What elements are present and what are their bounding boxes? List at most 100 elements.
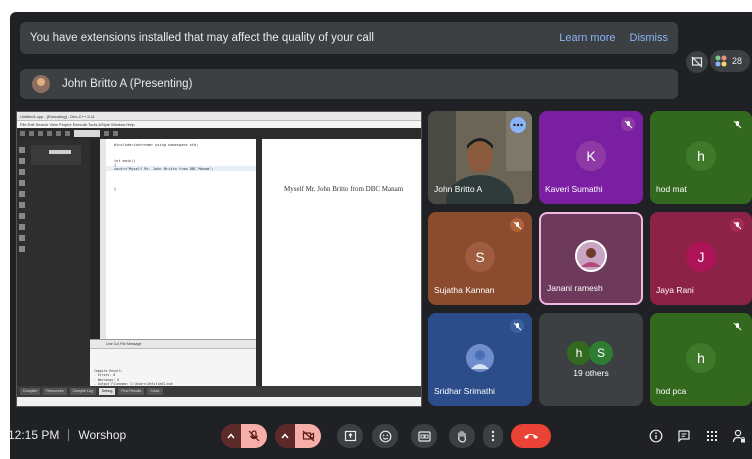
ide-gutter <box>90 139 100 339</box>
participant-tile-kaveri-sumathi[interactable]: K Kaveri Sumathi <box>539 111 643 204</box>
participant-tile-sujatha-kannan[interactable]: S Sujatha Kannan <box>428 212 532 305</box>
code-line: } <box>114 187 117 191</box>
others-avatar: S <box>589 341 613 365</box>
captions-button[interactable] <box>411 424 437 448</box>
participant-avatar: h <box>686 141 716 171</box>
participant-avatar: J <box>686 242 716 272</box>
chat-button[interactable] <box>676 428 692 444</box>
code-editor: #include<iostream> using namespace std; … <box>100 139 256 339</box>
raise-hand-button[interactable] <box>449 424 475 448</box>
more-vertical-icon <box>491 430 495 442</box>
participant-name: Kaveri Sumathi <box>545 184 603 194</box>
reactions-button[interactable] <box>372 424 398 448</box>
code-line: #include<iostream> using namespace std; <box>114 143 199 147</box>
participant-tile-others[interactable]: h S 19 others <box>539 313 643 406</box>
meeting-time: 12:15 PM <box>8 428 60 442</box>
people-icon <box>715 55 727 67</box>
mic-off-icon <box>730 117 744 131</box>
participant-name: Janani ramesh <box>547 283 603 293</box>
presenter-bar: John Britto A (Presenting) <box>20 69 678 99</box>
chevron-up-icon <box>227 433 235 439</box>
participant-tile-janani-ramesh[interactable]: Janani ramesh <box>539 212 643 305</box>
lock-person-icon <box>732 429 745 442</box>
microphone-toggle-button[interactable] <box>241 424 267 448</box>
camera-options-button[interactable] <box>275 424 295 448</box>
hang-up-icon <box>524 434 538 439</box>
dismiss-button[interactable]: Dismiss <box>630 32 669 44</box>
participant-photo-avatar <box>575 240 607 272</box>
presentation-off-button[interactable] <box>686 51 708 73</box>
participant-name: hod mat <box>656 184 687 194</box>
ide-toolbar <box>17 128 421 139</box>
participant-name: Jaya Rani <box>656 285 694 295</box>
participant-avatar: S <box>465 242 495 272</box>
others-count-label: 19 others <box>573 368 609 378</box>
project-tree <box>31 145 81 165</box>
compiler-dropdown <box>74 130 100 137</box>
meeting-details-button[interactable] <box>648 428 664 444</box>
participant-name: Sujatha Kannan <box>434 285 495 295</box>
meeting-info: 12:15 PM Worshop <box>8 428 126 442</box>
camera-toggle-button[interactable] <box>295 424 321 448</box>
mic-off-icon <box>248 430 260 442</box>
meeting-name: Worshop <box>78 428 127 442</box>
ide-window-title: Untitled1.cpp - [Executing] - Dev-C++ 5.… <box>17 112 421 121</box>
status-tab: Debug <box>98 388 116 395</box>
status-tab: Find Results <box>118 388 145 395</box>
more-options-icon <box>513 123 523 127</box>
participant-photo-avatar <box>466 344 494 372</box>
status-tab: Compile Log <box>69 388 96 395</box>
participant-tile-hod-mat[interactable]: h hod mat <box>650 111 752 204</box>
participant-name: John Britto A <box>434 184 483 194</box>
emoji-icon <box>379 430 391 442</box>
others-avatar: h <box>567 341 591 365</box>
participant-avatar: h <box>686 343 716 373</box>
status-tab: Close <box>147 388 163 395</box>
participant-name: hod pca <box>656 386 687 396</box>
participant-tile-sridhar-srimathi[interactable]: Sridhar Srimathi <box>428 313 532 406</box>
output-panel-headers: Line Col File Message <box>90 340 256 349</box>
status-tab: Resources <box>43 388 67 395</box>
leave-call-button[interactable] <box>511 424 551 448</box>
people-count: 28 <box>732 56 743 66</box>
shared-screen: Untitled1.cpp - [Executing] - Dev-C++ 5.… <box>16 111 422 407</box>
mic-off-icon <box>621 117 635 131</box>
participant-avatar: K <box>576 141 606 171</box>
program-output-window: Myself Mr. John Britto from DBC Manam <box>256 139 421 397</box>
presenter-avatar <box>32 75 50 93</box>
presenter-label: John Britto A (Presenting) <box>62 78 193 90</box>
ide-body: #include<iostream> using namespace std; … <box>17 139 421 397</box>
code-line: int main() <box>114 159 136 163</box>
people-count-button[interactable]: 28 <box>710 50 750 72</box>
hand-icon <box>458 430 466 442</box>
meet-window: You have extensions installed that may a… <box>10 12 752 459</box>
participant-tile-john-britto[interactable]: John Britto A <box>428 111 532 204</box>
activities-button[interactable] <box>704 428 720 444</box>
mic-options-button[interactable] <box>221 424 241 448</box>
host-controls-button[interactable] <box>731 428 747 444</box>
more-options-button[interactable] <box>510 117 526 133</box>
present-screen-button[interactable] <box>337 424 363 448</box>
captions-icon <box>417 430 431 442</box>
banner-message: You have extensions installed that may a… <box>30 32 374 44</box>
more-options-button[interactable] <box>483 424 503 448</box>
status-tab: Compiler <box>20 388 41 395</box>
chat-icon <box>678 430 690 443</box>
ide-menu-bar: File Edit Search View Project Execute To… <box>17 121 421 128</box>
mic-off-icon <box>510 319 524 333</box>
ide-project-panel <box>17 139 90 397</box>
camera-off-icon <box>302 430 314 442</box>
mic-off-icon <box>730 319 744 333</box>
learn-more-link[interactable]: Learn more <box>559 32 615 44</box>
grid-icon <box>707 431 717 441</box>
present-screen-icon <box>344 430 356 442</box>
participant-tile-hod-pca[interactable]: h hod pca <box>650 313 752 406</box>
code-line: cout<<"Myself Mr. John Britto from DBC M… <box>114 167 214 171</box>
presentation-off-icon <box>691 56 703 68</box>
info-icon <box>649 429 663 443</box>
mic-off-icon <box>510 218 524 232</box>
program-output-text: Myself Mr. John Britto from DBC Manam <box>284 185 404 193</box>
chevron-up-icon <box>281 433 289 439</box>
participant-tile-jaya-rani[interactable]: J Jaya Rani <box>650 212 752 305</box>
ide-status-tabs: Compiler Resources Compile Log Debug Fin… <box>17 386 421 397</box>
